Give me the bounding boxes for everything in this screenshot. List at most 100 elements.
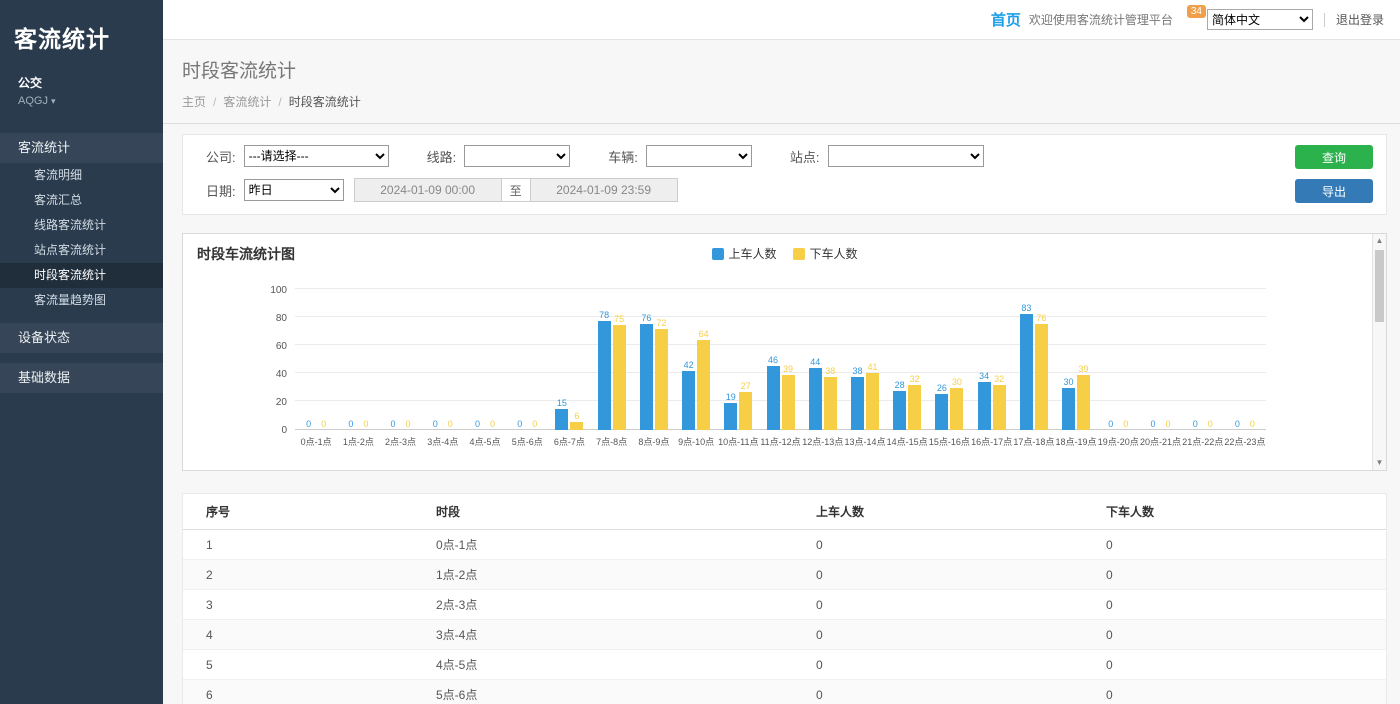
bar (809, 368, 822, 430)
bar-value-label: 15 (557, 398, 567, 408)
legend-swatch (793, 248, 805, 260)
bar-value-label: 76 (1036, 313, 1046, 323)
sidebar-item-0-5[interactable]: 客流量趋势图 (0, 288, 163, 313)
date-preset-select[interactable]: 昨日 (244, 179, 344, 201)
bar-wrap: 78 (598, 310, 611, 430)
sidebar-section-2[interactable]: 基础数据 (0, 363, 163, 393)
bar-pair: 4639 (759, 355, 801, 430)
bar-group: 003点-4点 (422, 282, 464, 454)
vehicle-select[interactable] (646, 145, 752, 167)
bar-wrap: 64 (697, 329, 710, 430)
sidebar-section-0[interactable]: 客流统计 (0, 133, 163, 163)
logout-link[interactable]: 退出登录 (1336, 11, 1384, 28)
bar-value-label: 75 (614, 314, 624, 324)
data-table: 序号时段上车人数下车人数 10点-1点0021点-2点0032点-3点0043点… (183, 494, 1386, 704)
bar-group: 1566点-7点 (548, 282, 590, 454)
bar-group: 004点-5点 (464, 282, 506, 454)
table-cell: 5点-6点 (413, 680, 793, 704)
sidebar-item-0-1[interactable]: 客流汇总 (0, 188, 163, 213)
table-cell: 0 (793, 680, 1083, 704)
bar (908, 385, 921, 430)
table-cell: 0 (793, 590, 1083, 620)
language-select[interactable]: 简体中文 (1207, 9, 1313, 30)
bar-wrap: 6 (570, 411, 583, 430)
bar-pair: 156 (548, 398, 590, 430)
date-from-input[interactable] (354, 178, 502, 202)
scroll-down-icon[interactable]: ▼ (1373, 456, 1386, 470)
station-select[interactable] (828, 145, 984, 167)
x-axis-label: 18点-19点 (1055, 430, 1097, 454)
x-axis-label: 17点-18点 (1013, 430, 1055, 454)
bar-value-label: 44 (810, 357, 820, 367)
x-axis-label: 19点-20点 (1097, 430, 1139, 454)
x-axis-label: 8点-9点 (633, 430, 675, 454)
sidebar-item-0-4[interactable]: 时段客流统计 (0, 263, 163, 288)
bar-value-label: 41 (867, 362, 877, 372)
bar-value-label: 0 (321, 419, 326, 429)
bar-value-label: 0 (1150, 419, 1155, 429)
home-link[interactable]: 首页 (991, 9, 1021, 30)
table-cell: 2 (183, 560, 413, 590)
scroll-up-icon[interactable]: ▲ (1373, 234, 1386, 248)
y-axis-tick: 80 (276, 313, 287, 324)
legend-item-0[interactable]: 上车人数 (711, 245, 776, 262)
breadcrumb-separator: / (278, 95, 281, 109)
bar-wrap: 34 (978, 371, 991, 430)
notification-badge[interactable]: 34 (1187, 5, 1206, 18)
bar-value-label: 83 (1021, 303, 1031, 313)
export-button[interactable]: 导出 (1295, 179, 1373, 203)
table-cell: 4点-5点 (413, 650, 793, 680)
legend-label: 上车人数 (728, 245, 776, 262)
bar-value-label: 0 (1123, 419, 1128, 429)
chart-scrollbar[interactable]: ▲ ▼ (1372, 234, 1386, 470)
bar-wrap: 19 (724, 392, 737, 430)
bar-group: 83 76 17点-18点 (1013, 282, 1055, 454)
bar (570, 422, 583, 430)
chart-title: 时段车流统计图 (197, 246, 295, 262)
scrollbar-thumb[interactable] (1375, 250, 1384, 322)
legend-item-1[interactable]: 下车人数 (793, 245, 858, 262)
x-axis-label: 11点-12点 (759, 430, 801, 454)
bar (824, 377, 837, 430)
company-select[interactable]: ---请选择--- (244, 145, 389, 167)
bar-value-label: 0 (1193, 419, 1198, 429)
filter-row-1: 公司: ---请选择--- 线路: 车辆: 站点: (206, 145, 1276, 167)
sidebar-item-0-2[interactable]: 线路客流统计 (0, 213, 163, 238)
bar-value-label: 0 (475, 419, 480, 429)
y-axis-tick: 100 (270, 285, 287, 296)
welcome-text: 欢迎使用客流统计管理平台 (1029, 11, 1173, 28)
bar-wrap: 39 (782, 364, 795, 430)
bar-wrap: 0 (471, 419, 484, 430)
breadcrumb-item-1[interactable]: 客流统计 (223, 95, 271, 109)
bar-group: 7875 7点-8点 (591, 282, 633, 454)
bar-wrap: 27 (739, 381, 752, 430)
bar-value-label: 0 (363, 419, 368, 429)
sidebar-item-0-3[interactable]: 站点客流统计 (0, 238, 163, 263)
bar-value-label: 0 (1235, 419, 1240, 429)
bar-wrap: 32 (908, 374, 921, 430)
chart-bars: 000点-1点001点-2点002点-3点003点-4点004点-5点005点-… (295, 282, 1266, 454)
table-header-row: 序号时段上车人数下车人数 (183, 494, 1386, 530)
breadcrumb-item-0[interactable]: 主页 (182, 95, 206, 109)
bar-group: 263015点-16点 (928, 282, 970, 454)
sidebar: 客流统计 公交 AQGJ▾ 客流统计客流明细客流汇总线路客流统计站点客流统计时段… (0, 0, 163, 704)
breadcrumb-item-2: 时段客流统计 (289, 95, 361, 109)
line-select[interactable] (464, 145, 570, 167)
date-to-input[interactable] (530, 178, 678, 202)
query-button[interactable]: 查询 (1295, 145, 1373, 169)
legend-label: 下车人数 (810, 245, 858, 262)
sidebar-item-0-0[interactable]: 客流明细 (0, 163, 163, 188)
org-block: 公交 AQGJ▾ (0, 70, 163, 107)
bar-wrap: 0 (1189, 419, 1202, 430)
table-cell: 3点-4点 (413, 620, 793, 650)
bar-wrap: 38 (824, 366, 837, 430)
table-cell: 4 (183, 620, 413, 650)
table-cell: 5 (183, 650, 413, 680)
bar-wrap: 0 (387, 419, 400, 430)
sidebar-section-1[interactable]: 设备状态 (0, 323, 163, 353)
bar-wrap: 0 (302, 419, 315, 430)
bar-value-label: 72 (656, 318, 666, 328)
org-selector[interactable]: AQGJ▾ (18, 95, 147, 107)
bar (682, 371, 695, 430)
x-axis-label: 7点-8点 (591, 430, 633, 454)
